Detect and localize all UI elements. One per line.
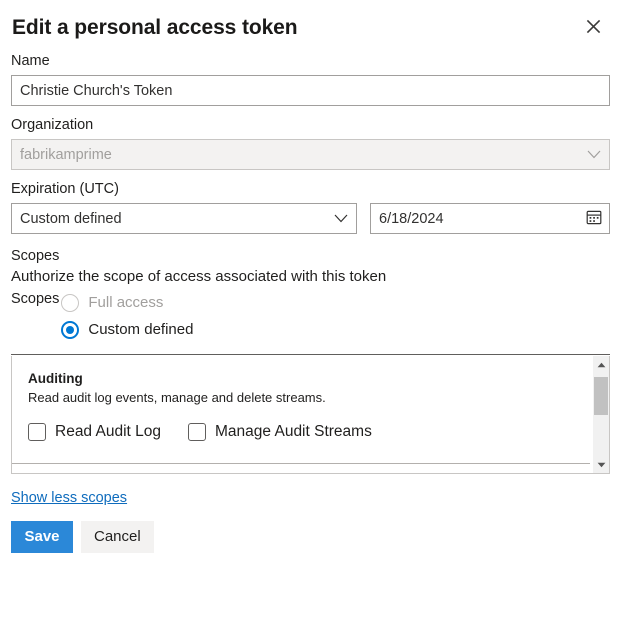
checkbox-icon-unchecked[interactable] <box>28 423 46 441</box>
cancel-button[interactable]: Cancel <box>81 521 154 553</box>
scopes-radio-group: Scopes Full access Custom defined <box>11 289 610 343</box>
chevron-down-icon <box>587 140 601 169</box>
scope-group-title: Auditing <box>28 370 593 388</box>
scopes-subtitle: Authorize the scope of access associated… <box>11 266 610 287</box>
show-less-scopes-link[interactable]: Show less scopes <box>11 488 127 508</box>
chevron-down-icon <box>334 204 348 233</box>
expiration-preset-select[interactable]: Custom defined <box>11 203 357 234</box>
scope-group-description: Read audit log events, manage and delete… <box>28 389 593 407</box>
radio-icon-checked[interactable] <box>61 321 79 339</box>
scrollbar-thumb[interactable] <box>594 377 608 415</box>
scopes-scrollbar[interactable] <box>592 356 609 473</box>
name-label: Name <box>11 51 610 71</box>
radio-label-custom-defined: Custom defined <box>88 319 193 340</box>
expiration-row: Custom defined <box>11 203 610 234</box>
radio-icon-unchecked <box>61 294 79 312</box>
checkbox-manage-audit-streams[interactable]: Manage Audit Streams <box>188 421 372 442</box>
scroll-down-arrow-icon[interactable] <box>593 456 610 473</box>
scopes-list-box: Auditing Read audit log events, manage a… <box>11 356 610 474</box>
save-button[interactable]: Save <box>11 521 73 553</box>
radio-option-full-access: Full access <box>61 289 193 316</box>
scopes-divider <box>11 354 610 355</box>
checkbox-label-read-audit-log: Read Audit Log <box>55 421 161 442</box>
expiration-date-input[interactable] <box>370 203 610 234</box>
scopes-heading: Scopes <box>11 246 610 266</box>
form-body: Name Organization fabrikamprime Expirati… <box>0 51 621 343</box>
expiration-preset-value: Custom defined <box>20 211 122 227</box>
organization-select: fabrikamprime <box>11 139 610 170</box>
close-button[interactable] <box>579 12 607 40</box>
scope-checkbox-row: Read Audit Log Manage Audit Streams <box>28 421 593 442</box>
scroll-up-arrow-icon[interactable] <box>593 356 610 373</box>
scopes-radio-group-label: Scopes <box>11 289 61 310</box>
scope-group-separator <box>12 463 590 464</box>
organization-value: fabrikamprime <box>20 147 112 163</box>
scope-group-auditing: Auditing Read audit log events, manage a… <box>12 356 609 442</box>
page-title: Edit a personal access token <box>12 14 609 42</box>
calendar-icon <box>586 209 602 228</box>
radio-option-custom-defined[interactable]: Custom defined <box>61 316 193 343</box>
checkbox-label-manage-audit-streams: Manage Audit Streams <box>215 421 372 442</box>
close-icon <box>586 19 601 34</box>
checkbox-read-audit-log[interactable]: Read Audit Log <box>28 421 161 442</box>
expiration-label: Expiration (UTC) <box>11 179 610 199</box>
dialog-actions: Save Cancel <box>11 521 621 553</box>
checkbox-icon-unchecked[interactable] <box>188 423 206 441</box>
organization-label: Organization <box>11 115 610 135</box>
dialog-header: Edit a personal access token <box>0 0 621 42</box>
calendar-picker-button[interactable] <box>579 204 609 233</box>
radio-label-full-access: Full access <box>88 292 163 313</box>
name-input[interactable] <box>11 75 610 106</box>
